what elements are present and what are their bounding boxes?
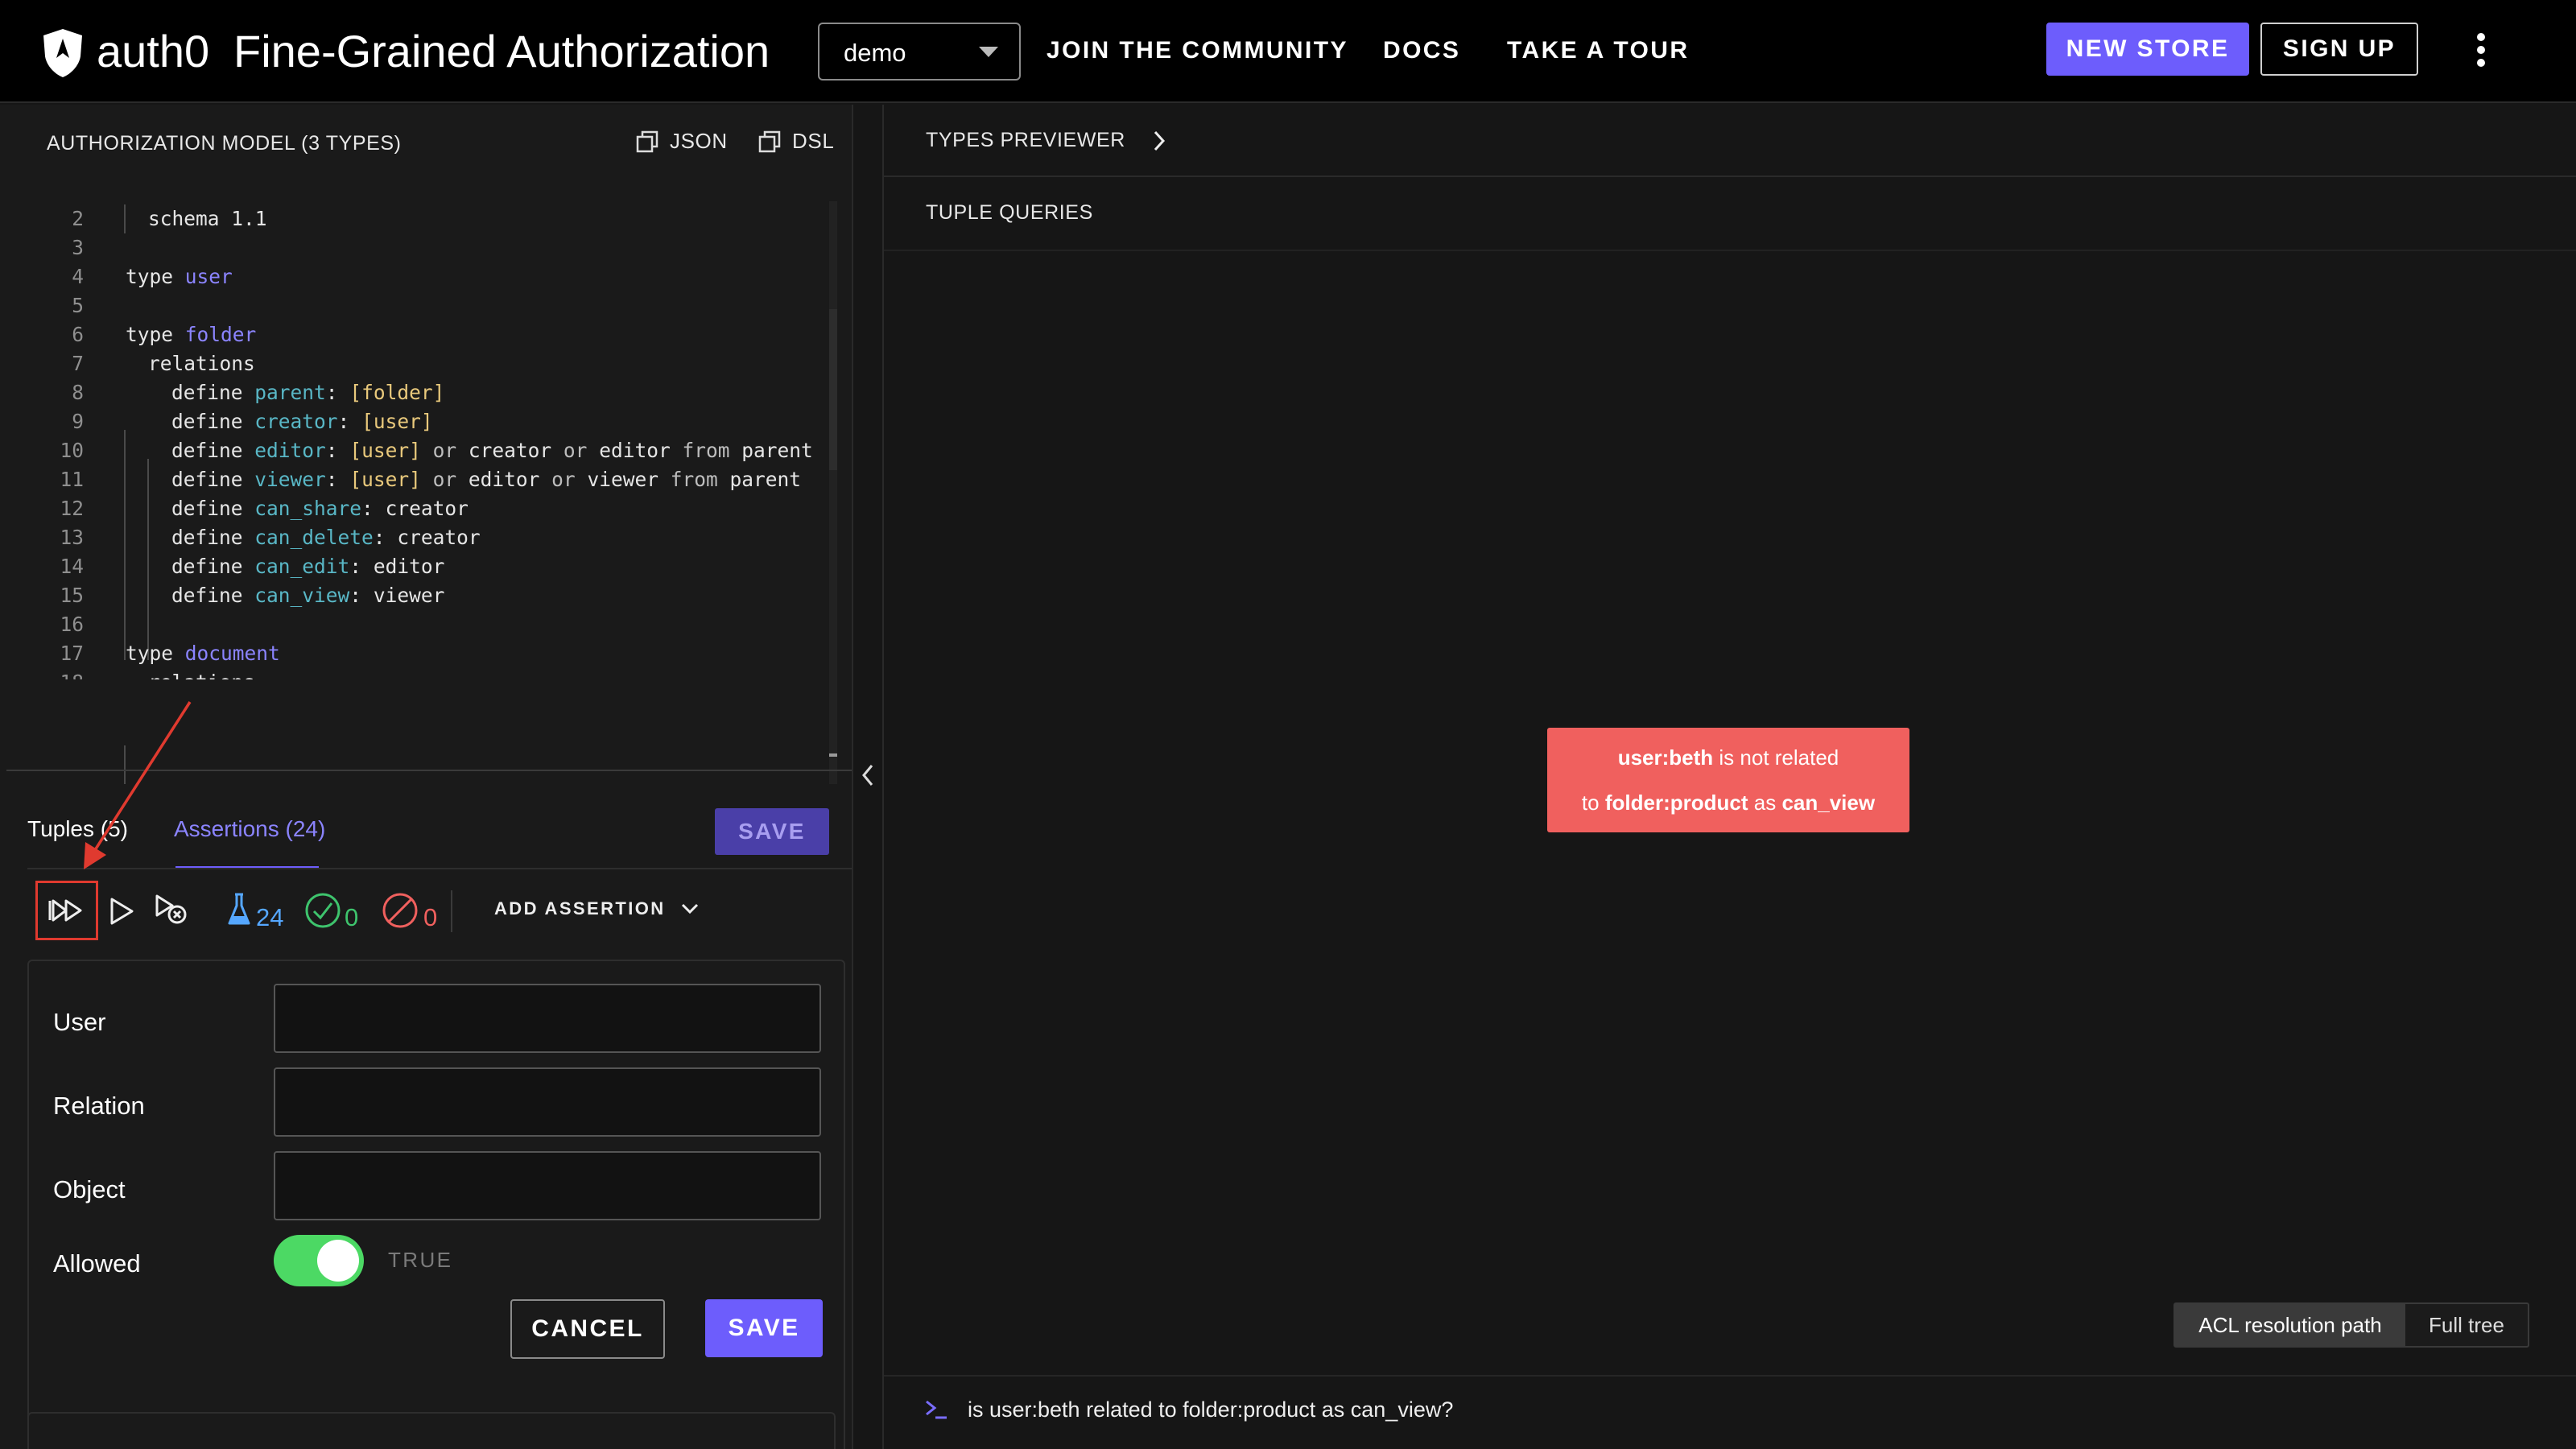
- save-model-button[interactable]: SAVE: [715, 808, 829, 855]
- acl-resolution-path-option[interactable]: ACL resolution path: [2175, 1304, 2405, 1346]
- code-line: 5: [72, 294, 84, 317]
- chevron-right-icon: [1153, 130, 1166, 152]
- code-line: 6 type folder: [72, 323, 257, 346]
- object-input[interactable]: [274, 1151, 821, 1220]
- store-select-value: demo: [844, 39, 906, 67]
- dropdown-caret-icon: [979, 47, 998, 58]
- result-to: to: [1581, 791, 1600, 815]
- dsl-label: DSL: [792, 129, 835, 153]
- model-title: AUTHORIZATION MODEL (3 TYPES): [47, 132, 402, 155]
- code-line: 16: [60, 613, 84, 636]
- editor-scrollbar[interactable]: [829, 201, 837, 784]
- full-tree-option[interactable]: Full tree: [2405, 1304, 2528, 1346]
- chevron-down-icon: [680, 902, 700, 915]
- result-as: as: [1753, 791, 1777, 815]
- save-assertion-button[interactable]: SAVE: [705, 1299, 823, 1357]
- toggle-knob: [317, 1240, 359, 1282]
- code-line: 4 type user: [72, 265, 233, 288]
- code-line: 11 define viewer: [user] or editor or vie…: [60, 468, 802, 491]
- object-label: Object: [53, 1175, 126, 1203]
- nav-join-community[interactable]: JOIN THE COMMUNITY: [1046, 37, 1348, 64]
- result-relation: can_view: [1781, 791, 1876, 815]
- allowed-label: Allowed: [53, 1249, 141, 1278]
- user-input[interactable]: [274, 984, 821, 1053]
- json-label: JSON: [670, 129, 728, 153]
- toolbar-divider: [451, 890, 452, 932]
- failed-count: 0: [423, 903, 438, 931]
- code-line: 15 define can_view: viewer: [60, 584, 445, 607]
- check-circle-icon: [304, 892, 341, 929]
- play-icon[interactable]: [108, 897, 135, 926]
- auth0-shield-icon: [40, 27, 85, 79]
- highlight-box: [35, 881, 98, 940]
- code-line: 8 define parent: [folder]: [72, 381, 445, 404]
- nav-docs[interactable]: DOCS: [1383, 37, 1460, 64]
- view-mode-toggle: ACL resolution path Full tree: [2174, 1302, 2529, 1348]
- relation-label: Relation: [53, 1092, 145, 1120]
- result-object: folder:product: [1604, 791, 1748, 815]
- code-line: 10 define editor: [user] or creator or ed…: [60, 439, 813, 462]
- section-divider: [884, 175, 2576, 177]
- chevron-left-icon[interactable]: [861, 763, 875, 787]
- allowed-toggle[interactable]: [274, 1235, 364, 1286]
- types-previewer-label: TYPES PREVIEWER: [926, 129, 1125, 151]
- json-button[interactable]: JSON: [636, 129, 728, 154]
- result-user: user:beth: [1617, 745, 1714, 770]
- section-divider: [884, 1375, 2576, 1377]
- code-line: 17 type document: [60, 642, 280, 665]
- section-divider: [884, 250, 2576, 251]
- code-line: 14 define can_edit: editor: [60, 555, 445, 578]
- code-line: 7 relations: [72, 352, 255, 375]
- code-line: 9 define creator: [user]: [72, 410, 433, 433]
- model-panel: AUTHORIZATION MODEL (3 TYPES) JSON DSL 2…: [0, 105, 852, 1449]
- new-store-button[interactable]: NEW STORE: [2046, 23, 2249, 76]
- result-line-2: to folder:product as can_view: [1547, 791, 1909, 815]
- code-line: 2 schema 1.1: [72, 207, 267, 230]
- more-vertical-icon[interactable]: [2475, 32, 2487, 68]
- result-line-1: user:beth is not related: [1547, 745, 1909, 770]
- assertion-form: User Relation Object Allowed TRUE CANCEL…: [27, 960, 845, 1449]
- nav-take-a-tour[interactable]: TAKE A TOUR: [1507, 37, 1689, 64]
- sign-up-button[interactable]: SIGN UP: [2260, 23, 2418, 76]
- add-assertion-label: ADD ASSERTION: [494, 898, 666, 919]
- cancel-button[interactable]: CANCEL: [510, 1299, 665, 1359]
- query-panel: TYPES PREVIEWER TUPLE QUERIES user:beth …: [884, 105, 2576, 1449]
- user-label: User: [53, 1008, 106, 1036]
- code-line: 18relations: [0, 668, 829, 679]
- add-assertion-button[interactable]: ADD ASSERTION: [494, 898, 700, 919]
- result-not-related: is not related: [1719, 745, 1839, 770]
- copy-icon: [758, 130, 781, 153]
- failed-circle-icon: [382, 892, 419, 929]
- store-select[interactable]: demo: [818, 23, 1021, 80]
- terminal-prompt-icon: [924, 1397, 948, 1422]
- brand-wordmark: auth0: [97, 26, 210, 76]
- annotation-arrow-icon: [72, 697, 201, 874]
- top-bar: auth0 Fine-Grained Authorization demo JO…: [0, 0, 2576, 103]
- code-line: 13 define can_delete: creator: [60, 526, 481, 549]
- code-line: 12 define can_share: creator: [60, 497, 469, 520]
- flask-icon: [227, 892, 251, 927]
- brand-product-name: Fine-Grained Authorization: [233, 26, 770, 76]
- total-assertions-count: 24: [256, 903, 284, 931]
- editor-scrollbar-thumb[interactable]: [829, 309, 837, 470]
- query-result-box: user:beth is not related to folder:produ…: [1547, 728, 1909, 832]
- relation-input[interactable]: [274, 1067, 821, 1137]
- query-input[interactable]: is user:beth related to folder:product a…: [968, 1397, 1453, 1422]
- clear-results-icon[interactable]: [155, 894, 190, 927]
- tuple-queries-title: TUPLE QUERIES: [926, 201, 1093, 224]
- types-previewer-toggle[interactable]: TYPES PREVIEWER: [926, 129, 1166, 152]
- allowed-state-label: TRUE: [388, 1248, 453, 1272]
- copy-icon: [636, 130, 658, 153]
- editor-scroll-marker: [829, 753, 837, 757]
- code-line: 3: [72, 236, 84, 259]
- assertion-list-item: [27, 1412, 836, 1449]
- dsl-button[interactable]: DSL: [758, 129, 834, 154]
- panel-splitter[interactable]: [852, 105, 884, 1449]
- passed-count: 0: [345, 903, 359, 931]
